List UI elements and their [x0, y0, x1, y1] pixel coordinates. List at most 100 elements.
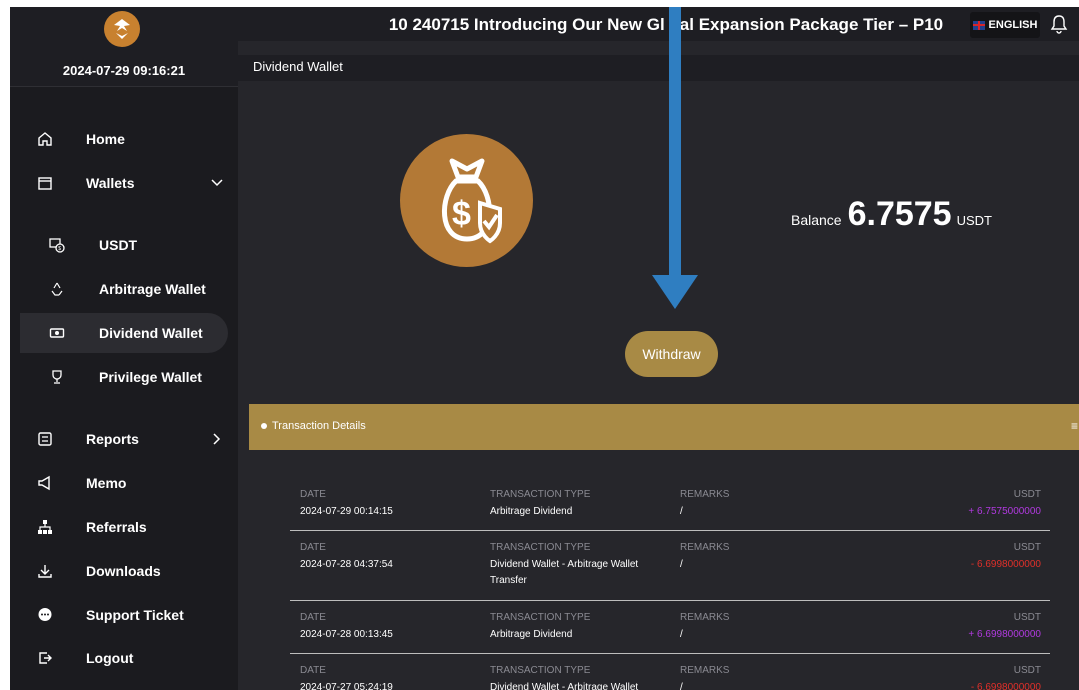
sidebar-header: 2024-07-29 09:16:21 [10, 7, 238, 87]
cell-value: Arbitrage Dividend [490, 506, 573, 517]
logout-icon [36, 649, 54, 667]
date-cell: DATE 2024-07-28 00:13:45 [300, 612, 480, 643]
chevron-down-icon [210, 176, 224, 190]
column-header: TRANSACTION TYPE [490, 612, 591, 623]
sidebar-item-reports[interactable]: Reports [20, 419, 228, 459]
amount-cell: USDT + 6.7575000000 [861, 489, 1041, 520]
page-title: Dividend Wallet [253, 59, 343, 74]
withdraw-button[interactable]: Withdraw [625, 331, 718, 377]
sidebar-item-label: Memo [86, 475, 127, 491]
amount-cell: USDT + 6.6998000000 [861, 612, 1041, 643]
date-cell: DATE 2024-07-29 00:14:15 [300, 489, 480, 520]
sidebar-item-arbitrage-wallet[interactable]: Arbitrage Wallet [20, 269, 228, 309]
column-header: DATE [300, 612, 326, 623]
transaction-details-title: Transaction Details [261, 420, 366, 432]
annotation-arrow-icon [652, 7, 698, 309]
balance-value: 6.7575 [847, 195, 952, 233]
table-row: DATE 2024-07-29 00:14:15 TRANSACTION TYPE… [290, 489, 1050, 531]
language-selector[interactable]: ENGLISH [970, 12, 1040, 38]
column-header: DATE [300, 489, 326, 500]
transaction-details-label: Transaction Details [272, 420, 366, 432]
trophy-icon [48, 368, 66, 386]
column-header: USDT [1013, 665, 1041, 676]
balance-label: Balance [791, 212, 842, 228]
sidebar-item-home[interactable]: Home [20, 119, 228, 159]
sitemap-icon [36, 518, 54, 536]
table-row: DATE 2024-07-28 04:37:54 TRANSACTION TYPE… [290, 542, 1050, 601]
logo-mark-icon [114, 19, 130, 39]
column-header: REMARKS [680, 489, 730, 500]
sidebar-item-referrals[interactable]: Referrals [20, 507, 228, 547]
cell-value: - 6.6998000000 [970, 559, 1041, 570]
menu-icon[interactable]: ≡ [1071, 419, 1078, 433]
megaphone-icon [36, 474, 54, 492]
cell-value: + 6.6998000000 [968, 629, 1041, 640]
sidebar-item-label: Downloads [86, 563, 161, 579]
type-cell: TRANSACTION TYPE Arbitrage Dividend [490, 612, 650, 643]
sidebar-item-wallets[interactable]: Wallets [20, 163, 228, 203]
app-frame: 2024-07-29 09:16:21 Home Wallets $ USDT [10, 7, 1079, 690]
transaction-details-header: Transaction Details ≡ [249, 404, 1079, 450]
sidebar-item-label: Logout [86, 650, 134, 666]
type-cell: TRANSACTION TYPE Arbitrage Dividend [490, 489, 650, 520]
column-header: REMARKS [680, 612, 730, 623]
brand-logo[interactable] [104, 11, 140, 47]
table-row: DATE 2024-07-27 05:24:19 TRANSACTION TYPE… [290, 665, 1050, 690]
column-header: REMARKS [680, 665, 730, 676]
sidebar-item-label: Arbitrage Wallet [99, 281, 206, 297]
sidebar-item-label: Dividend Wallet [99, 325, 203, 341]
cash-icon [48, 324, 66, 342]
remarks-cell: REMARKS / [680, 665, 800, 690]
sidebar-item-dividend-wallet[interactable]: Dividend Wallet [20, 313, 228, 353]
usdt-icon: $ [48, 236, 66, 254]
column-header: TRANSACTION TYPE [490, 665, 591, 676]
sidebar-item-label: USDT [99, 237, 138, 253]
amount-cell: USDT - 6.6998000000 [861, 665, 1041, 690]
cell-value: Arbitrage Dividend [490, 629, 573, 640]
cell-value: 2024-07-28 04:37:54 [300, 559, 393, 570]
sidebar-item-label: Referrals [86, 519, 147, 535]
report-icon [36, 430, 54, 448]
date-cell: DATE 2024-07-28 04:37:54 [300, 542, 480, 573]
home-icon [36, 130, 54, 148]
cell-value: / [680, 506, 683, 517]
column-header: TRANSACTION TYPE [490, 542, 591, 553]
svg-text:$: $ [58, 246, 61, 252]
uk-flag-icon [972, 20, 985, 30]
chevron-right-icon [210, 432, 224, 446]
type-cell: TRANSACTION TYPE Dividend Wallet - Arbitr… [490, 665, 650, 690]
column-header: TRANSACTION TYPE [490, 489, 591, 500]
cell-value: / [680, 682, 683, 690]
sidebar-item-usdt[interactable]: $ USDT [20, 225, 228, 265]
column-header: USDT [1013, 542, 1041, 553]
column-header: USDT [1013, 612, 1041, 623]
cell-value: 2024-07-29 00:14:15 [300, 506, 393, 517]
sidebar-item-privilege-wallet[interactable]: Privilege Wallet [20, 357, 228, 397]
recycle-icon [48, 280, 66, 298]
column-header: REMARKS [680, 542, 730, 553]
sidebar-item-label: Support Ticket [86, 607, 184, 623]
table-row: DATE 2024-07-28 00:13:45 TRANSACTION TYPE… [290, 612, 1050, 654]
cell-value: 2024-07-28 00:13:45 [300, 629, 393, 640]
cell-value: / [680, 629, 683, 640]
money-bag-shield-icon: $ [400, 134, 533, 267]
sidebar-item-label: Reports [86, 431, 139, 447]
sidebar-item-support-ticket[interactable]: Support Ticket [20, 595, 228, 635]
type-cell: TRANSACTION TYPE Dividend Wallet - Arbitr… [490, 542, 650, 589]
remarks-cell: REMARKS / [680, 542, 800, 573]
wallet-icon [36, 174, 54, 192]
sidebar-item-label: Wallets [86, 175, 135, 191]
sidebar-item-memo[interactable]: Memo [20, 463, 228, 503]
cell-value: + 6.7575000000 [968, 506, 1041, 517]
chat-icon [36, 606, 54, 624]
amount-cell: USDT - 6.6998000000 [861, 542, 1041, 573]
sidebar-item-logout[interactable]: Logout [20, 638, 228, 678]
svg-text:$: $ [452, 195, 471, 233]
sidebar: 2024-07-29 09:16:21 Home Wallets $ USDT [10, 7, 238, 690]
cell-value: 2024-07-27 05:24:19 [300, 682, 393, 690]
remarks-cell: REMARKS / [680, 612, 800, 643]
bell-icon[interactable] [1050, 14, 1068, 34]
sidebar-item-downloads[interactable]: Downloads [20, 551, 228, 591]
cell-value: - 6.6998000000 [970, 682, 1041, 690]
column-header: DATE [300, 542, 326, 553]
